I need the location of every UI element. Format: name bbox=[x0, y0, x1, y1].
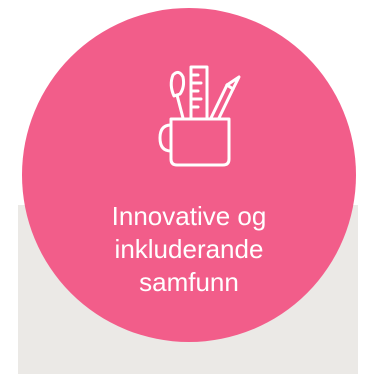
card-title-line-2: inkluderande bbox=[114, 234, 264, 264]
card-title-line-3: samfunn bbox=[139, 267, 239, 297]
pencil-cup-icon bbox=[157, 61, 243, 169]
card-title: Innovative og inkluderande samfunn bbox=[72, 200, 306, 299]
card-title-line-1: Innovative og bbox=[111, 201, 267, 231]
topic-circle-card[interactable]: Innovative og inkluderande samfunn bbox=[22, 8, 356, 342]
